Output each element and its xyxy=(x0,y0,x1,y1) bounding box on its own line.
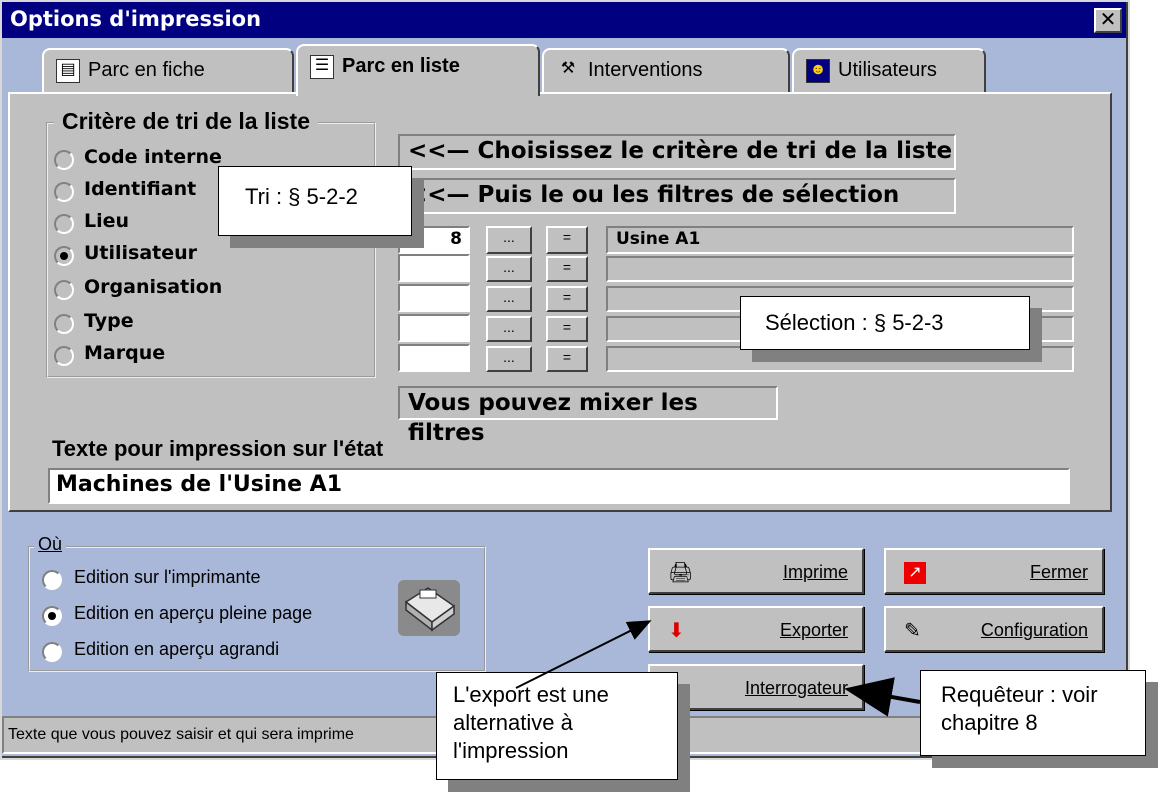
output-destination-title: Où xyxy=(34,534,67,555)
radio-label: Identifiant xyxy=(84,178,197,200)
radio-label: Edition sur l'imprimante xyxy=(74,567,261,587)
query-button-label: Interrogateur xyxy=(744,678,848,698)
radio-label: Edition en aperçu agrandi xyxy=(74,639,280,659)
filter-browse-button[interactable]: ... xyxy=(486,256,532,282)
export-button[interactable]: ⬇ Exporter xyxy=(648,606,864,652)
radio-label: Type xyxy=(84,310,134,332)
radio-label: Organisation xyxy=(84,276,223,298)
radio-label: Code interne xyxy=(84,146,222,168)
query-button[interactable]: ✦ Interrogateur xyxy=(648,664,864,710)
radio-apercu-agrandi[interactable] xyxy=(42,642,62,662)
callout-selection: Sélection : § 5-2-3 xyxy=(740,296,1030,350)
print-text-label: Texte pour impression sur l'état xyxy=(52,436,384,461)
radio-imprimante[interactable] xyxy=(42,570,62,590)
radio-marque[interactable] xyxy=(54,346,74,366)
callout-requeteur: Requêteur : voir chapitre 8 xyxy=(920,670,1146,756)
close-button[interactable]: ↗ Fermer xyxy=(884,548,1104,594)
callout-export: L'export est une alternative à l'impress… xyxy=(436,672,678,780)
pen-icon: ✎ xyxy=(904,620,921,642)
configuration-button[interactable]: ✎ Configuration xyxy=(884,606,1104,652)
radio-code-interne[interactable] xyxy=(54,150,74,170)
form-icon: ▤ xyxy=(56,59,80,83)
tab-parc-en-liste[interactable]: ☰ Parc en liste xyxy=(296,44,540,96)
close-button-label: Fermer xyxy=(1030,562,1088,582)
filter-browse-button[interactable]: ... xyxy=(486,316,532,342)
filter-code-field[interactable] xyxy=(398,344,470,372)
filter-code-field[interactable] xyxy=(398,284,470,312)
hint-mix-filters: Vous pouvez mixer les filtres xyxy=(398,386,778,446)
tab-parc-en-fiche[interactable]: ▤ Parc en fiche xyxy=(42,48,294,94)
tab-interventions[interactable]: ⚒ Interventions xyxy=(542,48,790,94)
radio-label: Utilisateur xyxy=(84,242,198,264)
radio-label: Lieu xyxy=(84,210,130,232)
radio-identifiant[interactable] xyxy=(54,182,74,202)
radio-label: Edition en aperçu pleine page xyxy=(74,603,313,623)
exit-icon: ↗ xyxy=(904,562,926,584)
tab-utilisateurs[interactable]: ☻ Utilisateurs xyxy=(792,48,986,94)
configuration-button-label: Configuration xyxy=(980,620,1088,640)
tab-label: Interventions xyxy=(588,59,703,81)
filter-browse-button[interactable]: ... xyxy=(486,226,532,254)
printer-small-icon: 🖨 xyxy=(668,562,694,584)
list-icon: ☰ xyxy=(310,55,334,79)
radio-type[interactable] xyxy=(54,314,74,334)
filter-browse-button[interactable]: ... xyxy=(486,346,532,372)
filter-equals-button[interactable]: = xyxy=(546,346,588,372)
radio-label: Marque xyxy=(84,342,166,364)
radio-utilisateur[interactable] xyxy=(54,246,74,266)
filter-equals-button[interactable]: = xyxy=(546,226,588,254)
export-icon: ⬇ xyxy=(668,620,685,642)
printer-icon xyxy=(398,580,460,636)
close-window-button[interactable]: ✕ xyxy=(1094,8,1122,33)
callout-tri: Tri : § 5-2-2 xyxy=(218,166,412,236)
radio-apercu-pleine-page[interactable] xyxy=(42,606,62,626)
filter-equals-button[interactable]: = xyxy=(546,256,588,282)
filter-value: Usine A1 xyxy=(606,226,1074,254)
print-button[interactable]: 🖨 Imprime xyxy=(648,548,864,594)
filter-browse-button[interactable]: ... xyxy=(486,286,532,312)
print-text-input[interactable]: Machines de l'Usine A1 xyxy=(48,468,1070,504)
filter-equals-button[interactable]: = xyxy=(546,316,588,342)
filter-code-field[interactable] xyxy=(398,254,470,282)
hint-then-filters: <<— Puis le ou les filtres de sélection xyxy=(398,178,956,214)
filter-equals-button[interactable]: = xyxy=(546,286,588,312)
radio-lieu[interactable] xyxy=(54,214,74,234)
hint-choose-sort: <<— Choisissez le critère de tri de la l… xyxy=(398,134,956,170)
tab-label: Utilisateurs xyxy=(838,59,937,81)
tab-label: Parc en fiche xyxy=(88,59,205,81)
export-button-label: Exporter xyxy=(779,620,848,640)
print-button-label: Imprime xyxy=(782,562,848,582)
radio-organisation[interactable] xyxy=(54,280,74,300)
tab-label: Parc en liste xyxy=(342,55,460,77)
filter-value xyxy=(606,256,1074,282)
sort-criteria-title: Critère de tri de la liste xyxy=(54,108,318,135)
hammer-icon: ⚒ xyxy=(556,59,580,83)
user-icon: ☻ xyxy=(806,59,830,83)
window-title: Options d'impression xyxy=(2,2,1126,38)
filter-code-field[interactable] xyxy=(398,314,470,342)
